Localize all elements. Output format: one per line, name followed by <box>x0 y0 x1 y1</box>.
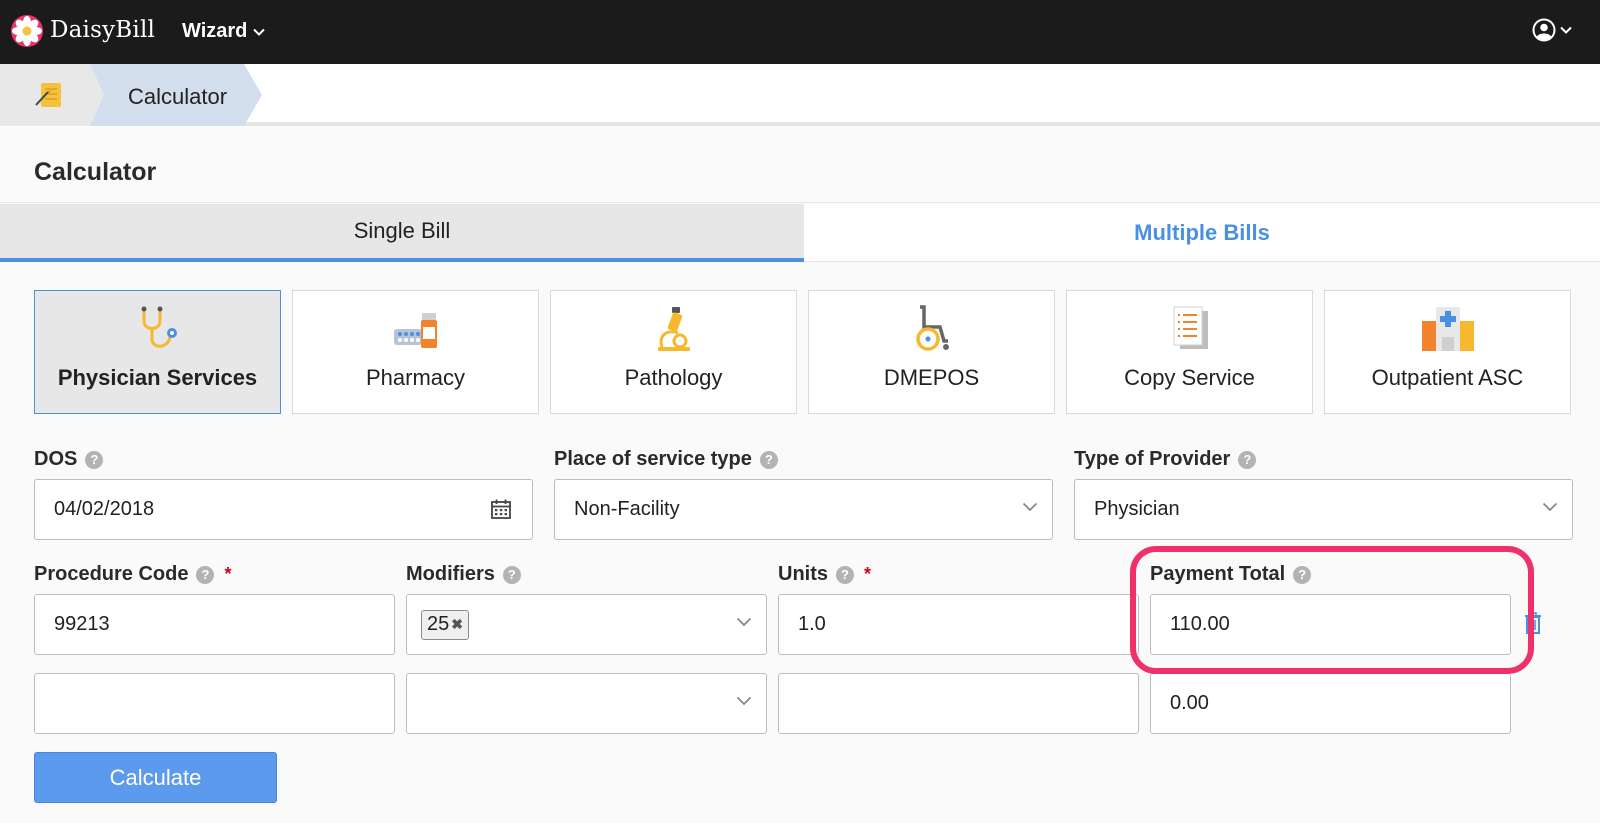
units-input[interactable]: 1.0 <box>778 594 1139 655</box>
document-icon <box>1173 306 1208 349</box>
calculator-notepad-icon <box>35 83 61 107</box>
chevron-down-icon <box>1560 26 1572 34</box>
microscope-icon <box>657 307 690 351</box>
chevron-down-icon <box>1022 502 1038 512</box>
modifiers-select[interactable] <box>406 673 767 734</box>
category-card-label: Outpatient ASC <box>1371 365 1524 390</box>
daisy-logo-icon[interactable] <box>10 14 44 48</box>
wizard-menu-label: Wizard <box>182 20 248 42</box>
brand-name[interactable]: DaisyBill <box>50 17 155 43</box>
provider-type-select[interactable]: Physician <box>1074 479 1573 540</box>
procedure-code-label-text: Procedure Code <box>34 563 189 585</box>
top-navbar: DaisyBill Wizard <box>0 0 1600 64</box>
calculate-button[interactable]: Calculate <box>34 752 277 803</box>
user-menu[interactable] <box>1532 18 1572 42</box>
breadcrumb: Calculator <box>0 64 1600 126</box>
tab-multiple-bills[interactable]: Multiple Bills <box>804 204 1600 262</box>
remove-tag-icon[interactable]: ✖ <box>451 616 463 633</box>
dos-field[interactable]: 04/02/2018 <box>34 479 533 540</box>
wizard-menu[interactable]: Wizard <box>182 20 266 43</box>
place-of-service-label-text: Place of service type <box>554 448 752 470</box>
help-icon[interactable]: ? <box>1238 450 1257 469</box>
help-icon[interactable]: ? <box>196 565 215 584</box>
wheelchair-icon <box>915 305 949 351</box>
pharmacy-icon <box>393 313 437 348</box>
breadcrumb-current[interactable]: Calculator <box>90 64 262 126</box>
help-icon[interactable]: ? <box>759 450 778 469</box>
help-icon[interactable]: ? <box>502 565 521 584</box>
procedure-code-input[interactable]: 99213 <box>34 594 395 655</box>
units-value: 1.0 <box>798 613 826 635</box>
procedure-code-label: Procedure Code ? * <box>34 563 232 586</box>
procedure-code-value: 99213 <box>54 613 110 635</box>
chevron-down-icon <box>1542 502 1558 512</box>
category-card-label: DMEPOS <box>883 365 980 390</box>
modifier-tag[interactable]: 25 ✖ <box>421 609 469 640</box>
chevron-down-icon <box>736 617 752 627</box>
tab-single-bill[interactable]: Single Bill <box>0 204 804 262</box>
calendar-icon[interactable] <box>490 498 512 520</box>
help-icon[interactable]: ? <box>85 450 104 469</box>
category-card-label: Pharmacy <box>365 365 466 390</box>
stethoscope-icon <box>141 306 177 348</box>
units-input[interactable] <box>778 673 1139 734</box>
breadcrumb-current-label: Calculator <box>128 84 228 109</box>
units-label: Units ? * <box>778 563 871 586</box>
modifiers-label: Modifiers ? <box>406 563 521 586</box>
hospital-icon <box>1421 307 1474 351</box>
required-marker: * <box>224 564 232 584</box>
category-card-label: Physician Services <box>57 365 258 390</box>
provider-type-label-text: Type of Provider <box>1074 448 1231 470</box>
breadcrumb-home[interactable] <box>0 64 90 126</box>
category-card-label: Copy Service <box>1124 365 1255 390</box>
provider-type-label: Type of Provider ? <box>1074 448 1257 471</box>
divider <box>0 202 1600 203</box>
category-card-pharmacy[interactable]: Pharmacy <box>292 290 539 414</box>
chevron-down-icon <box>736 696 752 706</box>
modifier-tag-label: 25 <box>427 613 450 635</box>
dos-value: 04/02/2018 <box>54 498 155 520</box>
dos-label-text: DOS <box>34 448 78 470</box>
procedure-code-input[interactable] <box>34 673 395 734</box>
category-card-physician-services[interactable]: Physician Services <box>34 290 281 414</box>
place-of-service-value: Non-Facility <box>574 498 680 520</box>
units-label-text: Units <box>778 563 828 585</box>
dos-label: DOS ? <box>34 448 104 471</box>
page-title: Calculator <box>34 158 157 186</box>
category-card-label: Pathology <box>624 365 723 390</box>
modifiers-select[interactable]: 25 ✖ <box>406 594 767 655</box>
place-of-service-label: Place of service type ? <box>554 448 778 471</box>
help-icon[interactable]: ? <box>836 565 854 584</box>
payment-total-value: 0.00 <box>1170 692 1209 714</box>
provider-type-value: Physician <box>1094 498 1180 520</box>
user-avatar-icon <box>1532 18 1556 42</box>
category-card-pathology[interactable]: Pathology <box>550 290 797 414</box>
category-card-copy-service[interactable]: Copy Service <box>1066 290 1313 414</box>
required-marker: * <box>864 564 872 584</box>
payment-total-field[interactable]: 0.00 <box>1150 673 1511 734</box>
category-card-outpatient-asc[interactable]: Outpatient ASC <box>1324 290 1571 414</box>
highlight-annotation <box>1130 546 1534 674</box>
chevron-down-icon <box>253 28 266 36</box>
modifiers-label-text: Modifiers <box>406 563 495 585</box>
place-of-service-select[interactable]: Non-Facility <box>554 479 1053 540</box>
category-card-dmepos[interactable]: DMEPOS <box>808 290 1055 414</box>
